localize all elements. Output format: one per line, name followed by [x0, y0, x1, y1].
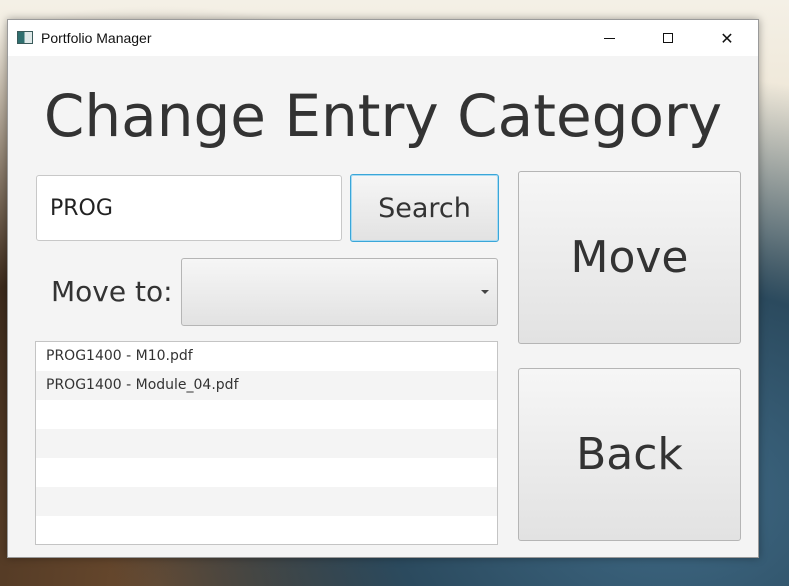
maximize-button[interactable]: [645, 20, 691, 56]
list-item[interactable]: PROG1400 - M10.pdf: [36, 342, 497, 371]
search-button[interactable]: Search: [350, 174, 499, 242]
minimize-icon: [603, 37, 615, 39]
app-icon: [17, 31, 33, 44]
list-item[interactable]: [36, 458, 497, 487]
window-title: Portfolio Manager: [41, 30, 152, 46]
move-to-label: Move to:: [51, 275, 173, 308]
back-button[interactable]: Back: [518, 368, 741, 541]
maximize-icon: [663, 33, 673, 43]
list-item[interactable]: [36, 400, 497, 429]
minimize-button[interactable]: [586, 20, 632, 56]
list-item[interactable]: [36, 516, 497, 544]
category-select[interactable]: [181, 258, 498, 326]
page-title: Change Entry Category: [43, 82, 723, 150]
title-bar[interactable]: Portfolio Manager ✕: [8, 20, 758, 56]
close-icon: ✕: [720, 28, 734, 48]
list-item[interactable]: PROG1400 - Module_04.pdf: [36, 371, 497, 400]
chevron-down-icon: [481, 290, 489, 294]
entries-list[interactable]: PROG1400 - M10.pdf PROG1400 - Module_04.…: [35, 341, 498, 545]
app-window: Portfolio Manager ✕ Change Entry Categor…: [7, 19, 759, 558]
list-item[interactable]: [36, 487, 497, 516]
search-input[interactable]: [36, 175, 342, 241]
move-button[interactable]: Move: [518, 171, 741, 344]
close-button[interactable]: ✕: [704, 20, 750, 56]
list-item[interactable]: [36, 429, 497, 458]
